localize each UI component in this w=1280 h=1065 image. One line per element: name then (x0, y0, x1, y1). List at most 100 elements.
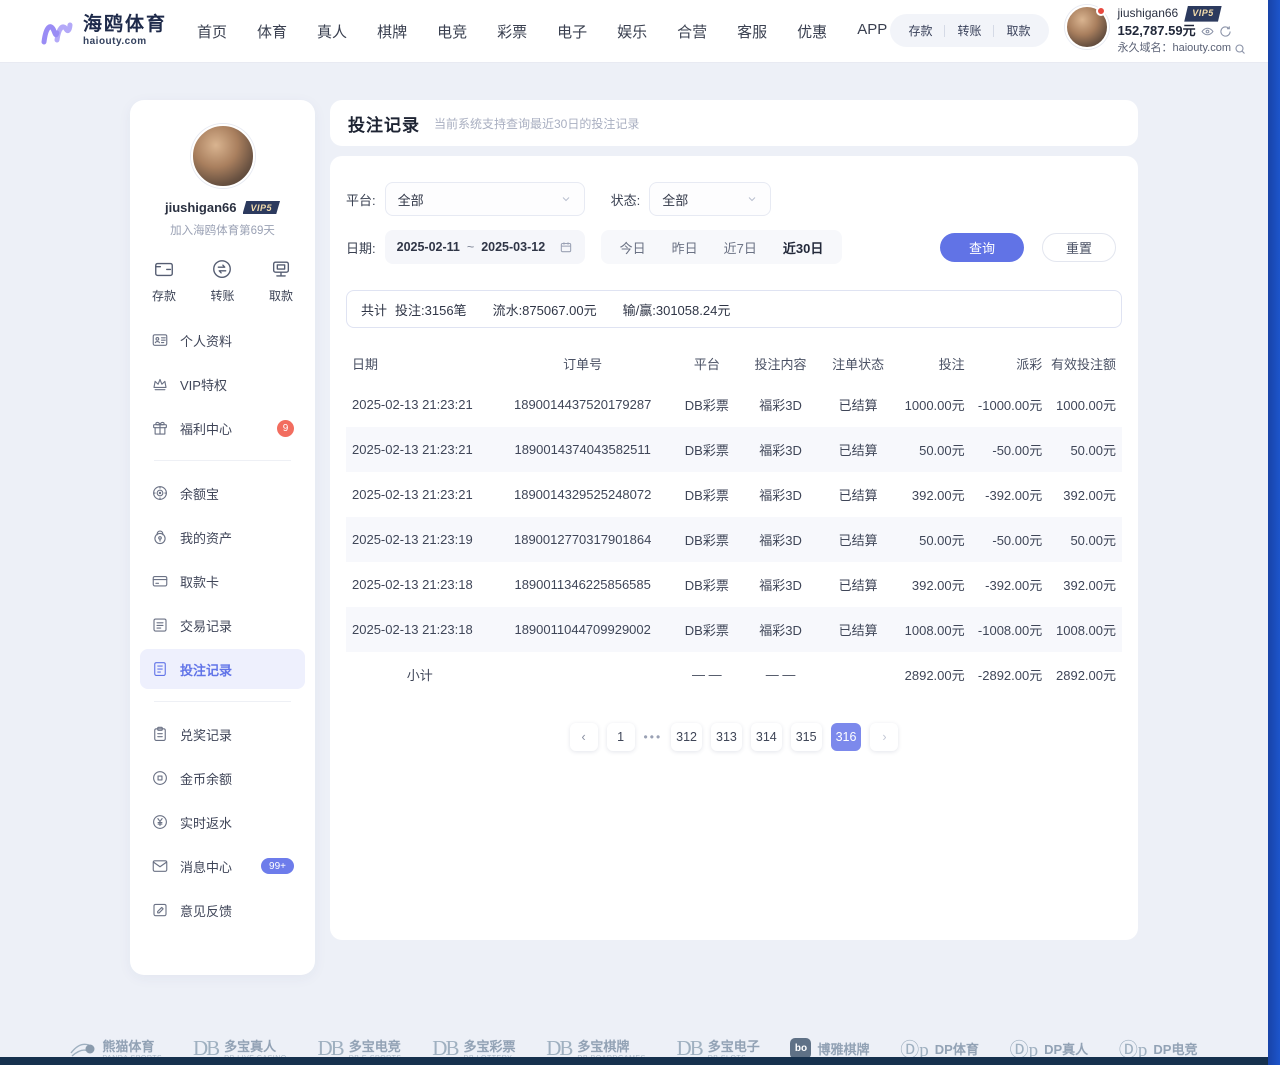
range-button-近30日[interactable]: 近30日 (770, 238, 836, 257)
cell-valid-bet: 392.00元 (1048, 472, 1122, 517)
page-button-313[interactable]: 313 (711, 723, 742, 751)
search-icon[interactable] (1234, 43, 1246, 55)
nav-item-partner[interactable]: 合营 (677, 21, 707, 42)
nav-item-app[interactable]: APP (857, 21, 887, 42)
cell-bet-content: 福彩3D (742, 562, 820, 607)
summary-label: 共计 (361, 300, 387, 319)
sidebar-item-label: 意见反馈 (180, 901, 232, 920)
sidebar-item-coin-balance[interactable]: 金币余额 (140, 758, 305, 798)
profile-avatar[interactable] (191, 124, 255, 188)
main-nav: 首页 体育 真人 棋牌 电竞 彩票 电子 娱乐 合营 客服 优惠 APP (197, 21, 890, 42)
eye-icon[interactable] (1201, 25, 1214, 38)
quick-deposit-button[interactable]: 存款 (152, 258, 176, 304)
page-button-315[interactable]: 315 (791, 723, 822, 751)
range-button-昨日[interactable]: 昨日 (659, 238, 711, 257)
col-header-platform: 平台 (672, 344, 742, 382)
cell-valid-bet: 1008.00元 (1048, 607, 1122, 652)
sidebar-item-messages[interactable]: 消息中心99+ (140, 846, 305, 886)
bet-records-table: 日期订单号平台投注内容注单状态投注派彩有效投注额 2025-02-13 21:2… (346, 344, 1122, 697)
sidebar-item-yuebao[interactable]: 余额宝 (140, 473, 305, 513)
cell-order-status: 已结算 (819, 562, 897, 607)
search-button[interactable]: 查询 (940, 233, 1024, 262)
nav-item-service[interactable]: 客服 (737, 21, 767, 42)
nav-item-esports[interactable]: 电竞 (437, 21, 467, 42)
divider (154, 701, 291, 702)
range-button-近7日[interactable]: 近7日 (711, 238, 770, 257)
brand-name: 多宝棋牌 (577, 1036, 645, 1055)
summary-bets: 投注:3156笔 (395, 300, 467, 319)
page-button-314[interactable]: 314 (751, 723, 782, 751)
col-header-date: 日期 (346, 344, 493, 382)
page-button-316[interactable]: 316 (831, 723, 862, 751)
col-header-bet-content: 投注内容 (742, 344, 820, 382)
range-button-今日[interactable]: 今日 (607, 238, 659, 257)
summary-bar: 共计 投注:3156笔 流水:875067.00元 输/赢:301058.24元 (346, 290, 1122, 328)
brand-title: 海鸥体育 (83, 15, 167, 36)
nav-item-promo[interactable]: 优惠 (797, 21, 827, 42)
sidebar-item-profile[interactable]: 个人资料 (140, 320, 305, 360)
brand-logo[interactable]: 海鸥体育 haiouty.com (40, 15, 167, 47)
page-button-312[interactable]: 312 (671, 723, 702, 751)
sidebar-item-assets[interactable]: 我的资产 (140, 517, 305, 557)
cell-order-no: 1890014329525248072 (493, 472, 671, 517)
deposit-button[interactable]: 存款 (896, 22, 944, 39)
avatar[interactable] (1065, 5, 1109, 49)
nav-item-entertainment[interactable]: 娱乐 (617, 21, 647, 42)
sidebar-item-feedback[interactable]: 意见反馈 (140, 890, 305, 930)
nav-item-slots[interactable]: 电子 (557, 21, 587, 42)
quick-action-label: 取款 (269, 287, 293, 304)
nav-item-board[interactable]: 棋牌 (377, 21, 407, 42)
col-header-payout: 派彩 (971, 344, 1049, 382)
nav-item-sports[interactable]: 体育 (257, 21, 287, 42)
cell-valid-bet: 50.00元 (1048, 427, 1122, 472)
table-row: 2025-02-13 21:23:191890012770317901864DB… (346, 517, 1122, 562)
lock-icon (151, 528, 169, 546)
page-ellipsis[interactable]: ••• (644, 730, 663, 744)
cell-platform: DB彩票 (672, 517, 742, 562)
platform-select[interactable]: 全部 (385, 182, 585, 216)
prev-page-button[interactable]: ‹ (570, 723, 598, 751)
cell-order-no: 1890014374043582511 (493, 427, 671, 472)
cell-order-status: 已结算 (819, 517, 897, 562)
sidebar-item-bet-records[interactable]: 投注记录 (140, 649, 305, 689)
refresh-icon[interactable] (1219, 25, 1232, 38)
next-page-button[interactable]: › (870, 723, 898, 751)
page-button-1[interactable]: 1 (607, 723, 635, 751)
cell-platform: DB彩票 (672, 427, 742, 472)
quick-range-group: 今日昨日近7日近30日 (601, 230, 843, 264)
cell-bet-amount: 1008.00元 (897, 607, 971, 652)
nav-item-lottery[interactable]: 彩票 (497, 21, 527, 42)
sidebar-item-welfare[interactable]: 福利中心9 (140, 408, 305, 448)
sidebar-item-transactions[interactable]: 交易记录 (140, 605, 305, 645)
vip-badge: VIP5 (1184, 6, 1222, 22)
quick-transfer-button[interactable]: 转账 (210, 258, 234, 304)
date-to: 2025-03-12 (481, 240, 545, 254)
status-filter-label: 状态: (611, 190, 641, 209)
sidebar-item-label: 消息中心 (180, 857, 232, 876)
cell-valid-bet: 50.00元 (1048, 517, 1122, 562)
cell-bet-amount: 1000.00元 (897, 382, 971, 427)
sidebar-item-rebate[interactable]: 实时返水 (140, 802, 305, 842)
reset-button[interactable]: 重置 (1042, 233, 1116, 262)
status-select[interactable]: 全部 (649, 182, 771, 216)
footer-brand-6[interactable]: bo博雅棋牌 (790, 1038, 869, 1059)
cell-payout: -1000.00元 (971, 382, 1049, 427)
quick-withdraw-button[interactable]: 取款 (269, 258, 293, 304)
wallet-quick-actions: 存款转账取款 (890, 14, 1048, 47)
sidebar-item-redeem[interactable]: 兑奖记录 (140, 714, 305, 754)
nav-item-home[interactable]: 首页 (197, 21, 227, 42)
transfer-button[interactable]: 转账 (945, 22, 993, 39)
nav-item-live[interactable]: 真人 (317, 21, 347, 42)
cell-bet-amount: 392.00元 (897, 562, 971, 607)
sidebar-item-label: 余额宝 (180, 484, 219, 503)
cell-order-no: 1890011346225856585 (493, 562, 671, 607)
sidebar-item-withdraw-card[interactable]: 取款卡 (140, 561, 305, 601)
crown-icon (151, 375, 169, 393)
date-filter-label: 日期: (346, 238, 376, 257)
date-range-input[interactable]: 2025-02-11 ~ 2025-03-12 (385, 230, 585, 264)
cell-date: 2025-02-13 21:23:21 (346, 427, 493, 472)
withdraw-button[interactable]: 取款 (994, 22, 1042, 39)
cell-platform: DB彩票 (672, 607, 742, 652)
cell-order-no: 1890014437520179287 (493, 382, 671, 427)
sidebar-item-vip[interactable]: VIP特权 (140, 364, 305, 404)
